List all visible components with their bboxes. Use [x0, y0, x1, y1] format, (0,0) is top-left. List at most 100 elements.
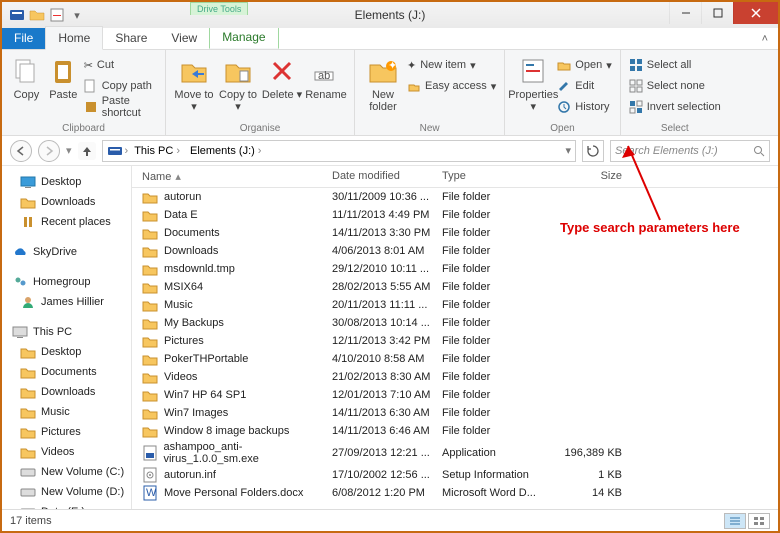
file-type: File folder: [442, 245, 552, 257]
sidebar-item-recent[interactable]: Recent places: [2, 212, 131, 232]
sidebar-item-homegroup[interactable]: Homegroup: [2, 272, 131, 292]
sidebar-item-vol-c[interactable]: New Volume (C:): [2, 462, 131, 482]
tab-file[interactable]: File: [2, 27, 45, 49]
easy-access-button[interactable]: Easy access ▾: [405, 76, 498, 96]
file-row[interactable]: Videos21/02/2013 8:30 AMFile folder: [132, 368, 778, 386]
nav-back-button[interactable]: [10, 140, 32, 162]
file-row[interactable]: Data E11/11/2013 4:49 PMFile folder: [132, 206, 778, 224]
nav-forward-button[interactable]: [38, 140, 60, 162]
view-details-button[interactable]: [724, 513, 746, 529]
file-name: Downloads: [164, 245, 218, 257]
file-row[interactable]: Documents14/11/2013 3:30 PMFile folder: [132, 224, 778, 242]
breadcrumb-drive[interactable]: Elements (J:)›: [186, 145, 265, 157]
file-list[interactable]: autorun30/11/2009 10:36 ...File folder Da…: [132, 188, 778, 509]
drive-icon: [20, 464, 36, 480]
rename-button[interactable]: abRename: [304, 53, 348, 113]
refresh-button[interactable]: [582, 140, 604, 162]
file-row[interactable]: Music20/11/2013 11:11 ...File folder: [132, 296, 778, 314]
file-row[interactable]: Pictures12/11/2013 3:42 PMFile folder: [132, 332, 778, 350]
sort-asc-icon: ▴: [175, 170, 181, 183]
minimize-button[interactable]: [669, 2, 701, 24]
file-date: 12/11/2013 3:42 PM: [332, 335, 442, 347]
sidebar-item-vol-d[interactable]: New Volume (D:): [2, 482, 131, 502]
file-row[interactable]: Downloads4/06/2013 8:01 AMFile folder: [132, 242, 778, 260]
search-icon: [753, 145, 765, 157]
column-header-type[interactable]: Type: [442, 170, 552, 183]
cut-button[interactable]: ✂Cut: [82, 55, 159, 75]
tab-share[interactable]: Share: [103, 27, 159, 49]
open-button[interactable]: Open ▾: [555, 55, 613, 75]
paste-button[interactable]: Paste: [45, 53, 82, 117]
tab-manage[interactable]: Manage: [209, 25, 278, 49]
invert-selection-button[interactable]: Invert selection: [627, 97, 723, 117]
sidebar-item-pc-videos[interactable]: Videos: [2, 442, 131, 462]
tab-view[interactable]: View: [159, 27, 209, 49]
tab-home[interactable]: Home: [45, 26, 103, 50]
column-header-size[interactable]: Size: [552, 170, 632, 183]
paste-shortcut-button[interactable]: Paste shortcut: [82, 97, 159, 117]
new-item-button[interactable]: ✦New item ▾: [405, 55, 498, 75]
sidebar-item-vol-e[interactable]: Data (E:): [2, 502, 131, 509]
copy-button[interactable]: Copy: [8, 53, 45, 117]
file-row[interactable]: PokerTHPortable4/10/2010 8:58 AMFile fol…: [132, 350, 778, 368]
file-type: File folder: [442, 299, 552, 311]
new-item-icon: ✦: [407, 59, 416, 72]
column-header-name[interactable]: Name ▴: [132, 170, 332, 183]
copy-path-button[interactable]: Copy path: [82, 76, 159, 96]
column-header-date[interactable]: Date modified: [332, 170, 442, 183]
breadcrumb-thispc[interactable]: This PC›: [130, 145, 184, 157]
file-row[interactable]: Win7 Images14/11/2013 6:30 AMFile folder: [132, 404, 778, 422]
sidebar-item-pc-music[interactable]: Music: [2, 402, 131, 422]
sidebar-item-pc-downloads[interactable]: Downloads: [2, 382, 131, 402]
chevron-right-icon[interactable]: ›: [125, 145, 129, 157]
history-button[interactable]: History: [555, 97, 613, 117]
sidebar-item-thispc[interactable]: This PC: [2, 322, 131, 342]
file-row[interactable]: MSIX6428/02/2013 5:55 AMFile folder: [132, 278, 778, 296]
ribbon-collapse-icon[interactable]: ˄: [752, 29, 778, 49]
copy-to-button[interactable]: Copy to ▾: [216, 53, 260, 113]
search-input[interactable]: Search Elements (J:): [610, 140, 770, 162]
sidebar-item-pc-documents[interactable]: Documents: [2, 362, 131, 382]
qat-folder-icon[interactable]: [28, 6, 46, 24]
sidebar-item-pc-desktop[interactable]: Desktop: [2, 342, 131, 362]
view-icons-button[interactable]: [748, 513, 770, 529]
file-row[interactable]: autorun30/11/2009 10:36 ...File folder: [132, 188, 778, 206]
sidebar-item-pc-pictures[interactable]: Pictures: [2, 422, 131, 442]
select-none-button[interactable]: Select none: [627, 76, 723, 96]
file-date: 30/08/2013 10:14 ...: [332, 317, 442, 329]
sidebar-item-user[interactable]: James Hillier: [2, 292, 131, 312]
nav-history-dropdown[interactable]: ▾: [66, 144, 72, 157]
nav-up-button[interactable]: [78, 142, 96, 160]
file-name: autorun.inf: [164, 469, 216, 481]
file-row[interactable]: Win7 HP 64 SP112/01/2013 7:10 AMFile fol…: [132, 386, 778, 404]
file-row[interactable]: WMove Personal Folders.docx6/08/2012 1:2…: [132, 484, 778, 502]
copy-icon: [10, 55, 42, 87]
delete-button[interactable]: Delete ▾: [260, 53, 304, 113]
file-row[interactable]: Window 8 image backups14/11/2013 6:46 AM…: [132, 422, 778, 440]
new-folder-button[interactable]: ✦New folder: [361, 53, 405, 113]
svg-text:ab: ab: [318, 70, 330, 82]
move-to-button[interactable]: Move to ▾: [172, 53, 216, 113]
select-all-button[interactable]: Select all: [627, 55, 723, 75]
maximize-button[interactable]: [701, 2, 733, 24]
qat-properties-icon[interactable]: [48, 6, 66, 24]
file-date: 29/12/2010 10:11 ...: [332, 263, 442, 275]
breadcrumb[interactable]: › This PC› Elements (J:)› ▾: [102, 140, 576, 162]
file-name: Move Personal Folders.docx: [164, 487, 303, 499]
sidebar-item-desktop[interactable]: Desktop: [2, 172, 131, 192]
paste-icon: [47, 55, 79, 87]
file-row[interactable]: My Backups30/08/2013 10:14 ...File folde…: [132, 314, 778, 332]
edit-button[interactable]: Edit: [555, 76, 613, 96]
qat-dropdown-icon[interactable]: ▾: [68, 6, 86, 24]
breadcrumb-dropdown-icon[interactable]: ▾: [565, 144, 571, 157]
sidebar-item-skydrive[interactable]: SkyDrive: [2, 242, 131, 262]
properties-button[interactable]: Properties ▾: [511, 53, 555, 117]
file-name: Data E: [164, 209, 198, 221]
file-date: 11/11/2013 4:49 PM: [332, 209, 442, 221]
sidebar-item-downloads[interactable]: Downloads: [2, 192, 131, 212]
file-row[interactable]: autorun.inf17/10/2002 12:56 ...Setup Inf…: [132, 466, 778, 484]
close-button[interactable]: [733, 2, 778, 24]
file-row[interactable]: msdownld.tmp29/12/2010 10:11 ...File fol…: [132, 260, 778, 278]
folder-icon: [20, 364, 36, 380]
file-row[interactable]: ashampoo_anti-virus_1.0.0_sm.exe27/09/20…: [132, 440, 778, 466]
